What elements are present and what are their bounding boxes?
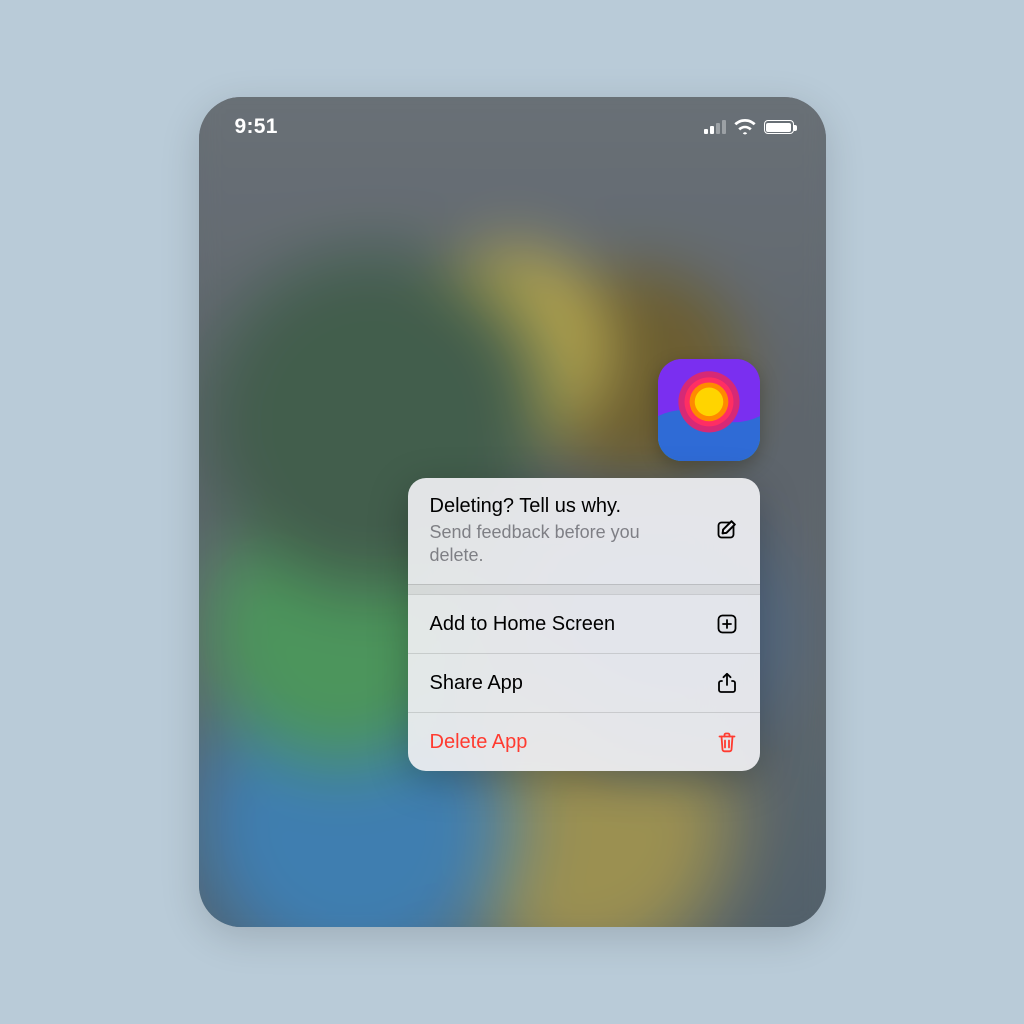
menu-add-home-label: Add to Home Screen [430, 612, 616, 637]
share-icon [714, 670, 740, 696]
menu-item-feedback[interactable]: Deleting? Tell us why. Send feedback bef… [408, 478, 760, 584]
menu-item-delete[interactable]: Delete App [408, 712, 760, 771]
sunset-app-icon [658, 359, 760, 461]
status-bar: 9:51 [199, 111, 826, 143]
app-icon[interactable] [658, 359, 760, 461]
plus-square-icon [714, 611, 740, 637]
status-indicators [704, 119, 794, 135]
device-frame: 9:51 [199, 97, 826, 927]
menu-separator [408, 584, 760, 594]
menu-feedback-subtitle: Send feedback before you delete. [430, 521, 698, 566]
wifi-icon [734, 119, 756, 135]
status-time: 9:51 [235, 115, 278, 139]
menu-feedback-title: Deleting? Tell us why. [430, 494, 698, 519]
cellular-signal-icon [704, 120, 726, 134]
context-menu: Deleting? Tell us why. Send feedback bef… [408, 478, 760, 771]
menu-delete-label: Delete App [430, 730, 528, 755]
compose-icon [714, 517, 740, 543]
menu-item-add-home[interactable]: Add to Home Screen [408, 594, 760, 653]
menu-share-label: Share App [430, 671, 523, 696]
battery-icon [764, 120, 794, 134]
menu-item-share[interactable]: Share App [408, 653, 760, 712]
trash-icon [714, 729, 740, 755]
